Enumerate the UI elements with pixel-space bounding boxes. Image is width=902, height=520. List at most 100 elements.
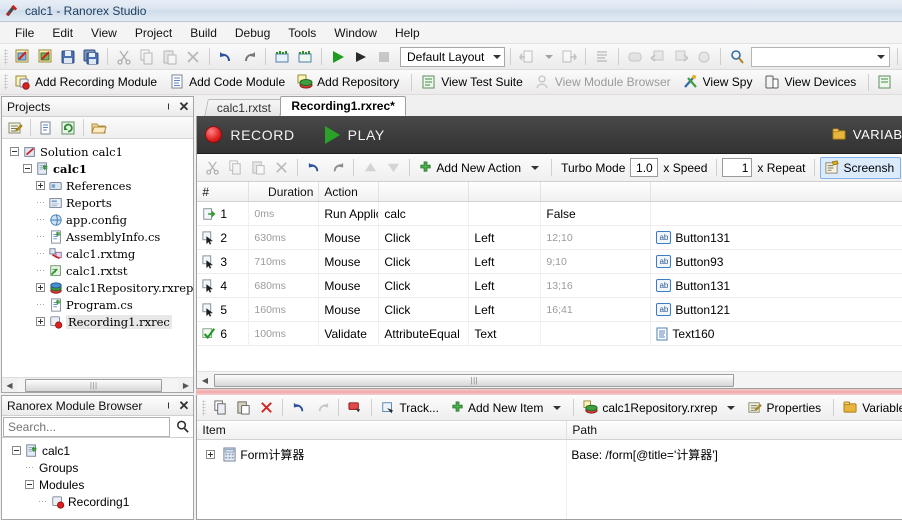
repository-column-path[interactable]: Path (567, 421, 902, 439)
add-code-module-button[interactable]: Add Code Module (165, 71, 292, 93)
projects-tree[interactable]: Solution calc1 calc1 References ⋯ Reports ⋯ ap… (2, 139, 194, 377)
save-icon[interactable] (57, 46, 79, 67)
repository-grid-body[interactable]: Form计算器 Base: /form[@title='计算器'] (197, 440, 902, 519)
delete-red-icon[interactable] (255, 397, 277, 418)
magnifier-icon[interactable] (171, 416, 193, 437)
tree-item[interactable]: References (6, 177, 193, 194)
tree-item[interactable]: ⋯ calc1.rxtmg (6, 245, 193, 262)
more-tools-icon[interactable] (874, 72, 896, 93)
actions-grid-body[interactable]: 10msRun ApplicationcalcFalse2630msMouseC… (197, 202, 902, 346)
tree-item[interactable]: ⋯ Program.cs (6, 296, 193, 313)
copy-icon[interactable] (209, 397, 231, 418)
grid-column-header[interactable] (379, 182, 470, 201)
paste-icon[interactable] (159, 46, 181, 67)
menu-item-window[interactable]: Window (325, 23, 386, 43)
refresh-icon[interactable] (57, 117, 79, 138)
toolbar-grip[interactable] (4, 74, 8, 90)
repository-column-item[interactable]: Item (197, 421, 568, 439)
grid-column-header[interactable]: Duration (249, 182, 320, 201)
toolbar-grip[interactable] (4, 48, 8, 65)
menu-item-edit[interactable]: Edit (43, 23, 82, 43)
chevron-down-icon[interactable] (877, 54, 885, 59)
save-all-icon[interactable] (80, 46, 102, 67)
add-repository-button[interactable]: Add Repository (293, 71, 406, 93)
cut-icon[interactable] (113, 46, 135, 67)
collapse-icon[interactable] (12, 446, 21, 455)
close-icon[interactable]: ✕ (178, 399, 189, 412)
chevron-down-icon[interactable] (531, 165, 540, 170)
delete-icon[interactable] (270, 157, 292, 178)
screenshot-button[interactable]: Screensh (820, 156, 902, 179)
table-row[interactable]: 4 680ms Mouse Click Left 13;16 ab Button131 (197, 274, 902, 298)
step-into-icon[interactable] (647, 46, 669, 67)
tab-recording1-rxrec[interactable]: Recording1.rxrec* (280, 96, 406, 116)
play-button[interactable]: PLAY (324, 125, 385, 144)
menu-item-view[interactable]: View (82, 23, 126, 43)
table-row[interactable]: 6 100ms Validate AttributeEqual Text Text160 (197, 322, 902, 346)
menu-item-file[interactable]: File (6, 23, 43, 43)
expand-icon[interactable] (36, 181, 45, 190)
open-solution-icon[interactable] (34, 46, 56, 67)
tab-calc1-rxtst[interactable]: calc1.rxtst (204, 99, 285, 116)
chevron-down-icon[interactable] (545, 54, 553, 59)
scroll-left-icon[interactable]: ◀ (197, 373, 212, 387)
add-new-action-button[interactable]: Add New Action (415, 157, 546, 179)
scroll-thumb[interactable]: ||| (214, 373, 735, 387)
new-solution-icon[interactable] (11, 46, 33, 67)
grid-column-header[interactable] (469, 182, 542, 201)
highlight-icon[interactable] (344, 397, 366, 418)
search-input[interactable] (751, 46, 890, 67)
list-icon[interactable] (591, 46, 613, 67)
grid-column-header[interactable]: Action (319, 182, 380, 201)
cut-icon[interactable] (201, 157, 223, 178)
repeat-input[interactable]: 1 (722, 158, 753, 177)
add-new-item-button[interactable]: Add New Item (447, 397, 568, 419)
repository-variables-button[interactable]: Variables (839, 397, 902, 419)
copy-icon[interactable] (136, 46, 158, 67)
find-icon[interactable] (726, 46, 748, 67)
variables-button[interactable]: VARIABL (832, 127, 902, 142)
tree-item[interactable]: Modules (6, 476, 193, 493)
move-down-icon[interactable] (382, 157, 404, 178)
menu-item-project[interactable]: Project (126, 23, 181, 43)
table-row[interactable]: 1 0msRun Applicationcalc False (197, 202, 902, 226)
delete-icon[interactable] (182, 46, 204, 67)
close-icon[interactable]: ✕ (178, 100, 189, 113)
pin-icon[interactable]: ⎯ (162, 402, 177, 408)
grid-column-header[interactable] (541, 182, 652, 201)
scroll-left-icon[interactable]: ◀ (2, 378, 17, 392)
undo-icon[interactable] (288, 397, 310, 418)
properties-button[interactable]: Properties (743, 397, 828, 419)
scroll-thumb[interactable]: ||| (25, 378, 163, 392)
menu-item-help[interactable]: Help (386, 23, 429, 43)
undo-icon[interactable] (215, 46, 237, 67)
step-out-icon[interactable] (693, 46, 715, 67)
undo-icon[interactable] (303, 157, 325, 178)
table-row[interactable]: 3 710ms Mouse Click Left 9;10 ab Button93 (197, 250, 902, 274)
tree-item[interactable]: calc1 (6, 442, 193, 459)
collapse-icon[interactable] (10, 147, 19, 156)
speed-input[interactable]: 1.0 (630, 158, 659, 177)
redo-icon[interactable] (238, 46, 260, 67)
tree-item[interactable]: ⋯ AssemblyInfo.cs (6, 228, 193, 245)
grid-column-header[interactable] (651, 182, 902, 201)
grid-column-header[interactable]: # (197, 182, 250, 201)
tree-item[interactable]: ⋯ Reports (6, 194, 193, 211)
stop-icon[interactable] (373, 46, 395, 67)
chevron-down-icon[interactable] (727, 405, 736, 410)
run-icon[interactable] (327, 46, 349, 67)
redo-icon[interactable] (311, 397, 333, 418)
expand-icon[interactable] (205, 449, 215, 459)
redo-icon[interactable] (326, 157, 348, 178)
collapse-icon[interactable] (23, 164, 32, 173)
rebuild-solution-icon[interactable] (294, 46, 316, 67)
paste-icon[interactable] (247, 157, 269, 178)
tree-item[interactable]: calc1 (6, 160, 193, 177)
menu-item-debug[interactable]: Debug (226, 23, 279, 43)
scroll-track[interactable]: ||| (17, 378, 179, 392)
toolbar-grip[interactable] (202, 399, 207, 416)
build-solution-icon[interactable] (271, 46, 293, 67)
scroll-right-icon[interactable]: ▶ (178, 378, 193, 392)
menu-item-build[interactable]: Build (181, 23, 226, 43)
collapse-icon[interactable] (25, 480, 34, 489)
